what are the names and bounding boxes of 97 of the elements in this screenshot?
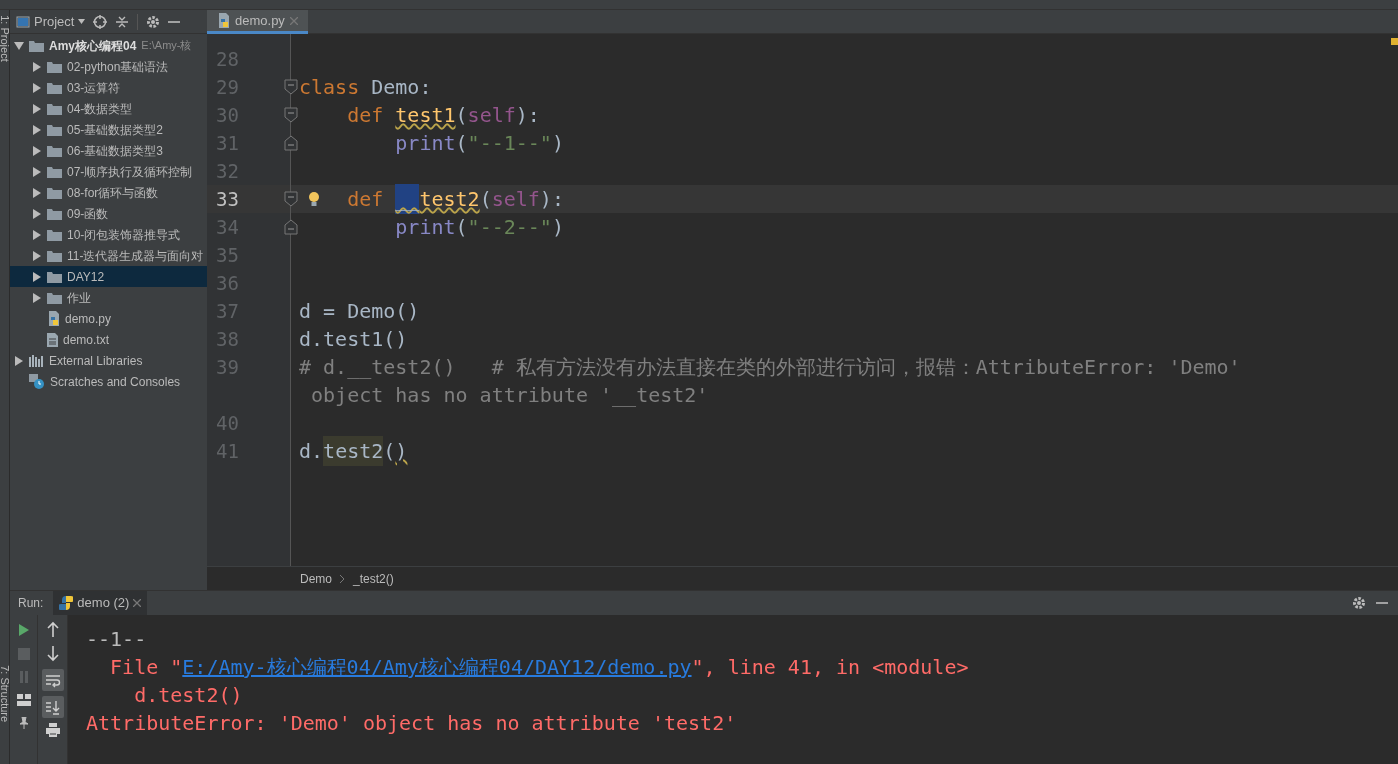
collapsed-arrow-icon[interactable] <box>32 187 42 198</box>
caret-icon <box>78 19 86 24</box>
collapsed-arrow-icon[interactable] <box>32 166 42 177</box>
console-line: AttributeError: 'Demo' object has no attribute 'test2' <box>86 710 738 737</box>
lightbulb-icon[interactable] <box>308 191 320 207</box>
tree-item[interactable]: 08-for循环与函数 <box>10 182 207 203</box>
library-icon <box>29 354 44 367</box>
collapsed-arrow-icon[interactable] <box>32 229 42 240</box>
file-link[interactable]: E:/Amy-核心编程04/Amy核心编程04/DAY12/demo.py <box>182 655 692 679</box>
tree-item[interactable]: DAY12 <box>10 266 207 287</box>
tree-item[interactable]: 07-顺序执行及循环控制 <box>10 161 207 182</box>
minimize-icon[interactable] <box>1376 601 1388 605</box>
breadcrumb[interactable]: Demo <box>300 569 332 588</box>
layout-icon[interactable] <box>16 694 31 706</box>
tree-item[interactable]: 06-基础数据类型3 <box>10 140 207 161</box>
tree-item[interactable]: 04-数据类型 <box>10 98 207 119</box>
folder-icon <box>47 60 62 73</box>
code-line: class Demo: <box>298 74 433 101</box>
collapse-icon[interactable] <box>115 14 130 29</box>
folder-icon <box>47 186 62 199</box>
code-line: d.test1() <box>298 326 409 353</box>
python-file-icon <box>47 311 60 326</box>
collapsed-arrow-icon[interactable] <box>14 355 24 366</box>
folder-icon <box>47 81 62 94</box>
folder-icon <box>47 123 62 136</box>
print-icon[interactable] <box>45 723 60 737</box>
crosshair-icon[interactable] <box>93 14 108 29</box>
fold-start-icon[interactable] <box>284 107 298 123</box>
collapsed-arrow-icon[interactable] <box>32 82 42 93</box>
run-icon[interactable] <box>17 623 30 637</box>
scroll-to-end-toggle[interactable] <box>41 696 64 718</box>
folder-icon <box>29 39 44 52</box>
run-label: Run: <box>18 595 44 612</box>
code-line: d.test2() <box>291 437 1398 465</box>
folder-icon <box>47 102 62 115</box>
scratches-icon <box>29 374 45 389</box>
settings-icon[interactable] <box>146 14 161 29</box>
minimize-icon[interactable] <box>168 19 181 24</box>
code-line: object has no attribute '__test2' <box>310 382 710 409</box>
tree-item[interactable]: demo.py <box>10 308 207 329</box>
console-line: --1-- <box>86 626 148 653</box>
tree-item[interactable]: External Libraries <box>10 350 207 371</box>
collapsed-arrow-icon[interactable] <box>32 292 42 303</box>
settings-icon[interactable] <box>1352 596 1366 610</box>
down-arrow-icon[interactable] <box>45 644 60 664</box>
collapsed-arrow-icon[interactable] <box>32 250 42 261</box>
code-line: def test1(self): <box>346 102 541 129</box>
breadcrumb[interactable]: _test2() <box>353 569 394 588</box>
python-icon <box>59 596 74 610</box>
tool-window-tab[interactable]: 7: Structure <box>0 665 14 740</box>
tree-item[interactable]: 05-基础数据类型2 <box>10 119 207 140</box>
run-tab[interactable]: demo (2) <box>53 591 148 615</box>
fold-start-icon[interactable] <box>284 79 298 95</box>
code-line: d = Demo() <box>298 298 421 325</box>
collapsed-arrow-icon[interactable] <box>32 61 42 72</box>
tree-item[interactable]: Amy核心编程04 E:\Amy-核 <box>10 35 207 56</box>
panel-icon <box>16 15 30 28</box>
warning-marker[interactable] <box>1391 38 1398 45</box>
python-file-icon <box>217 13 230 28</box>
fold-end-icon[interactable] <box>284 135 298 151</box>
code-line: # d.__test2() # 私有方法没有办法直接在类的外部进行访问，报错：AttributeError: 'Demo' <box>298 354 1242 381</box>
tree-item[interactable]: demo.txt <box>10 329 207 350</box>
collapsed-arrow-icon[interactable] <box>32 145 42 156</box>
folder-icon <box>47 249 62 262</box>
editor-tab[interactable]: demo.py <box>207 10 308 34</box>
folder-icon <box>47 144 62 157</box>
code-line: print("--2--") <box>394 214 565 241</box>
expanded-arrow-icon[interactable] <box>14 40 24 51</box>
folder-icon <box>47 270 62 283</box>
collapsed-arrow-icon[interactable] <box>32 103 42 114</box>
collapsed-arrow-icon[interactable] <box>32 271 42 282</box>
tree-item[interactable]: 作业 <box>10 287 207 308</box>
tree-item[interactable]: 11-迭代器生成器与面向对 <box>10 245 207 266</box>
folder-icon <box>47 291 62 304</box>
tree-item[interactable]: Scratches and Consoles <box>10 371 207 392</box>
text-file-icon <box>47 332 58 347</box>
collapsed-arrow-icon[interactable] <box>32 124 42 135</box>
line-number: 33 <box>215 186 239 212</box>
folder-icon <box>47 228 62 241</box>
fold-end-icon[interactable] <box>284 219 298 235</box>
folder-icon <box>47 165 62 178</box>
fold-start-icon[interactable] <box>284 191 298 207</box>
tree-item[interactable]: 10-闭包装饰器推导式 <box>10 224 207 245</box>
chevron-icon <box>340 574 345 583</box>
tree-item[interactable]: 09-函数 <box>10 203 207 224</box>
close-icon[interactable] <box>133 599 142 607</box>
console-line: File "E:/Amy-核心编程04/Amy核心编程04/DAY12/demo.py", line 41, in <module> <box>109 654 970 681</box>
tree-item[interactable]: 03-运算符 <box>10 77 207 98</box>
up-arrow-icon[interactable] <box>45 619 60 639</box>
collapsed-arrow-icon[interactable] <box>32 208 42 219</box>
folder-icon <box>47 207 62 220</box>
code-line: print("--1--") <box>394 130 565 157</box>
project-dropdown[interactable]: Project <box>16 11 86 32</box>
pin-icon[interactable] <box>17 717 30 729</box>
tree-item[interactable]: 02-python基础语法 <box>10 56 207 77</box>
console-line: d.test2() <box>133 682 244 709</box>
soft-wrap-toggle[interactable] <box>41 669 64 691</box>
